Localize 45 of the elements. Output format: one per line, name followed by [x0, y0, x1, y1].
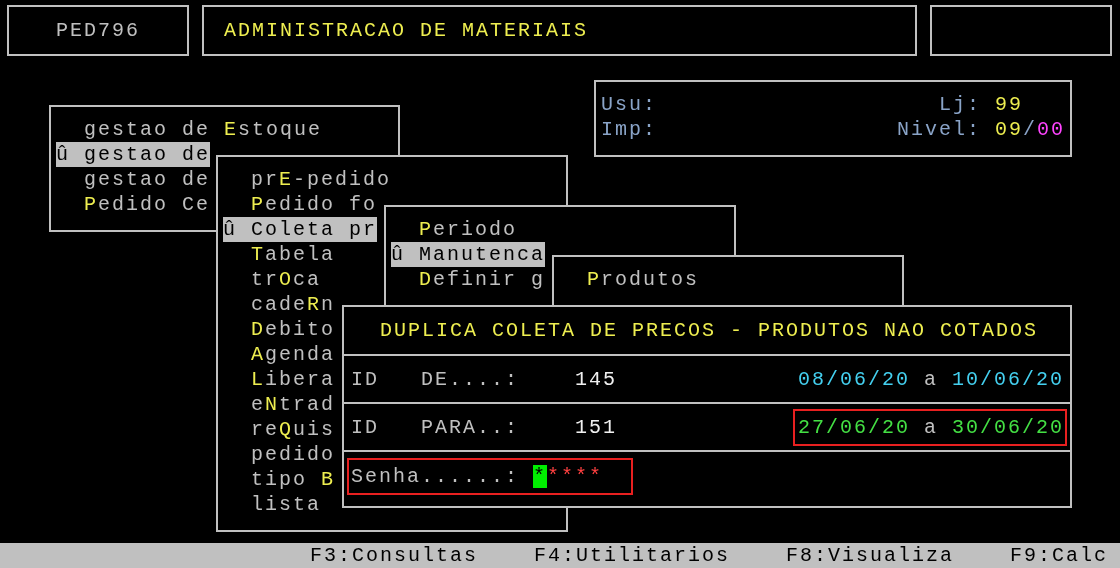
menu-item[interactable]: pedido: [251, 442, 335, 467]
store-label: Lj:: [939, 92, 981, 117]
function-key-hint[interactable]: F4:Utilitarios: [533, 543, 730, 568]
menu-item[interactable]: lista: [251, 492, 321, 517]
menu-item[interactable]: gestao de Estoque: [84, 117, 323, 142]
menu-item[interactable]: eN trad: [251, 392, 336, 417]
menu-item[interactable]: Periodo: [419, 217, 518, 242]
menu-item[interactable]: Tabela: [251, 242, 336, 267]
screen-title: ADMINISTRACAO DE MATERIAIS: [202, 5, 917, 56]
field-label: ID: [351, 366, 380, 392]
menu-item[interactable]: P rodutos: [587, 267, 700, 292]
menu-item[interactable]: Pedido Ce: [84, 192, 211, 217]
menu-item[interactable]: Debito: [251, 317, 336, 342]
function-key-hint[interactable]: F9:Calc: [1010, 543, 1108, 568]
menu-item[interactable]: prE-pedido: [251, 167, 392, 192]
printer-label: Imp:: [601, 117, 657, 142]
field-label: Senha......:: [351, 463, 520, 489]
menu-item[interactable]: cadeRn: [251, 292, 336, 317]
menu-item[interactable]: Agenda: [251, 342, 336, 367]
menu-item[interactable]: gestao de: [84, 167, 211, 192]
field-label: DE....:: [421, 366, 520, 392]
date-range: 27/06/20 a 30/06/20: [792, 408, 1067, 446]
menu-item[interactable]: Libera: [251, 367, 336, 392]
menu-item[interactable]: reQuis: [251, 417, 336, 442]
field-value: 145: [575, 366, 617, 392]
menu-item[interactable]: tipo B: [251, 467, 336, 492]
password-input[interactable]: *****: [533, 463, 604, 489]
function-key-hint[interactable]: F3:Consultas: [309, 543, 478, 568]
field-label: ID: [351, 414, 380, 440]
nivel-value: 09/00: [994, 117, 1065, 142]
user-label: Usu:: [601, 92, 657, 117]
nivel-label: Nivel:: [896, 117, 981, 142]
menu-item[interactable]: trOca: [251, 267, 322, 292]
program-code: PED796: [7, 5, 189, 56]
field-label: PARA..:: [421, 414, 520, 440]
menu-item[interactable]: û Manutenca: [391, 242, 546, 267]
field-value: 151: [575, 414, 617, 440]
menu-item[interactable]: û Coleta pr: [223, 217, 378, 242]
store-value: 99: [995, 92, 1024, 117]
menu-item[interactable]: Pedido fo: [251, 192, 378, 217]
date-range: 08/06/20 a 10/06/20: [796, 366, 1065, 393]
function-key-hint[interactable]: F8:Visualiza: [785, 543, 954, 568]
menu-item[interactable]: û gestao de: [56, 142, 211, 167]
menu-item[interactable]: Definir g: [419, 267, 546, 292]
dialog-title: DUPLICA COLETA DE PRECOS - PRODUTOS NAO COTADOS: [378, 318, 1040, 343]
